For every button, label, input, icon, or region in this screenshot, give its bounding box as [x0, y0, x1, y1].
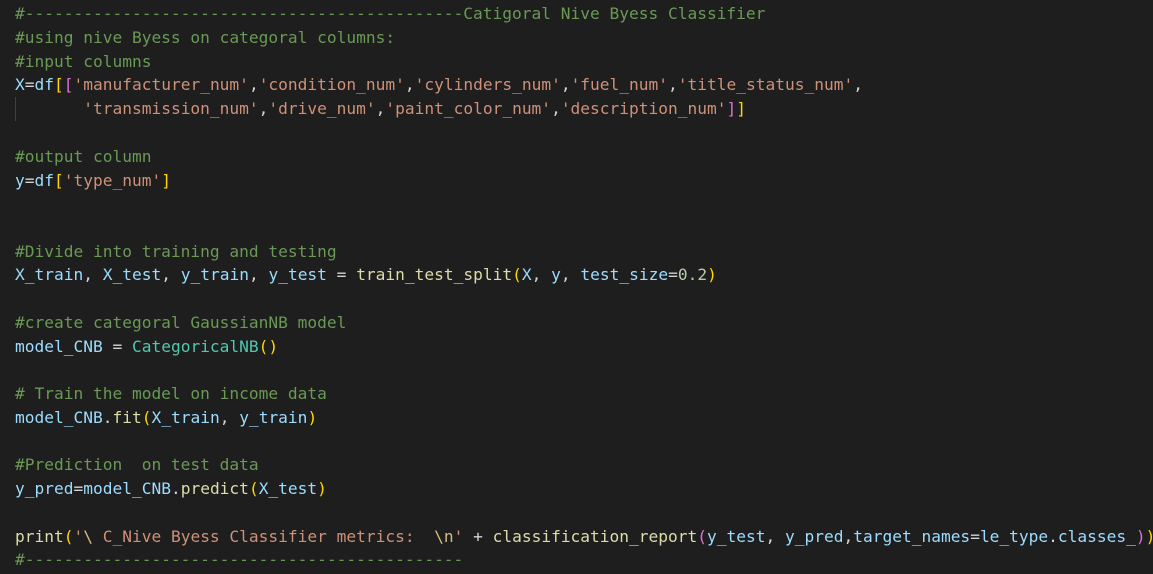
code-line-3: #input columns [15, 52, 152, 71]
code-line-14: #create categoral GaussianNB model [15, 313, 347, 332]
token-y: y [551, 265, 561, 284]
token-function: predict [180, 479, 249, 498]
token-model: model_CNB [15, 408, 103, 427]
code-line-15: model_CNB = CategoricalNB() [15, 337, 279, 356]
code-line-24: #---------------------------------------… [15, 550, 464, 569]
code-line-1: #---------------------------------------… [15, 4, 766, 23]
token-string: 'transmission_num' [83, 99, 259, 118]
code-line-2: #using nive Byess on categoral columns: [15, 28, 396, 47]
code-line-8: y=df['type_num'] [15, 171, 171, 190]
token-string: 'paint_color_num' [385, 99, 552, 118]
code-editor[interactable]: #---------------------------------------… [0, 0, 1153, 574]
token-string: 'drive_num' [268, 99, 376, 118]
token-function: print [15, 527, 64, 546]
code-line-23: print('\ C_Nive Byess Classifier metrics… [15, 527, 1153, 546]
code-line-18: model_CNB.fit(X_train, y_train) [15, 408, 318, 427]
token-string: C_Nive Byess Classifier metrics: [102, 527, 435, 546]
token-string: 'manufacturer_num' [73, 75, 249, 94]
token-attr: classes_ [1057, 527, 1136, 546]
token-X: X [15, 75, 25, 94]
token-kwarg: test_size [580, 265, 669, 284]
token-escape: \ [83, 527, 103, 546]
code-line-5: 'transmission_num','drive_num','paint_co… [83, 99, 746, 118]
code-line-11: #Divide into training and testing [15, 242, 337, 261]
token-function: classification_report [492, 527, 698, 546]
code-line-17: # Train the model on income data [15, 384, 327, 403]
token-string: 'description_num' [560, 99, 727, 118]
token-model: model_CNB [15, 337, 103, 356]
token-y-pred: y_pred [15, 479, 74, 498]
token-df: df [34, 75, 55, 94]
token-escape: \n [434, 527, 454, 546]
token-arg: y_train [239, 408, 308, 427]
code-line-7: #output column [15, 147, 152, 166]
token-string: 'fuel_num' [570, 75, 669, 94]
token-arg: y_test [707, 527, 766, 546]
code-line-12: X_train, X_test, y_train, y_test = train… [15, 265, 717, 284]
token-class: CategoricalNB [131, 337, 259, 356]
token-arg: X_test [258, 479, 318, 498]
code-line-21: y_pred=model_CNB.predict(X_test) [15, 479, 327, 498]
token-number: 0.2 [677, 265, 708, 284]
token-eq: = [24, 75, 35, 94]
token-function: fit [112, 408, 142, 427]
token-arg: le_type [979, 527, 1049, 546]
token-y-train: y_train [180, 265, 249, 284]
token-arg: y_pred [785, 527, 844, 546]
token-x-test: X_test [102, 265, 162, 284]
code-line-20: #Prediction on test data [15, 455, 259, 474]
token-model: model_CNB [83, 479, 171, 498]
token-y: y [15, 171, 25, 190]
token-string: 'type_num' [63, 171, 162, 190]
token-string: 'title_status_num' [677, 75, 854, 94]
token-string: 'cylinders_num' [414, 75, 561, 94]
token-kwarg: target_names [853, 527, 971, 546]
token-function: train_test_split [356, 265, 513, 284]
code-line-4: X=df[['manufacturer_num','condition_num'… [15, 75, 863, 94]
token-string: 'condition_num' [258, 75, 405, 94]
token-X: X [521, 265, 532, 284]
token-y-test: y_test [268, 265, 327, 284]
token-arg: X_train [151, 408, 220, 427]
token-df: df [34, 171, 55, 190]
token-x-train: X_train [15, 265, 84, 284]
